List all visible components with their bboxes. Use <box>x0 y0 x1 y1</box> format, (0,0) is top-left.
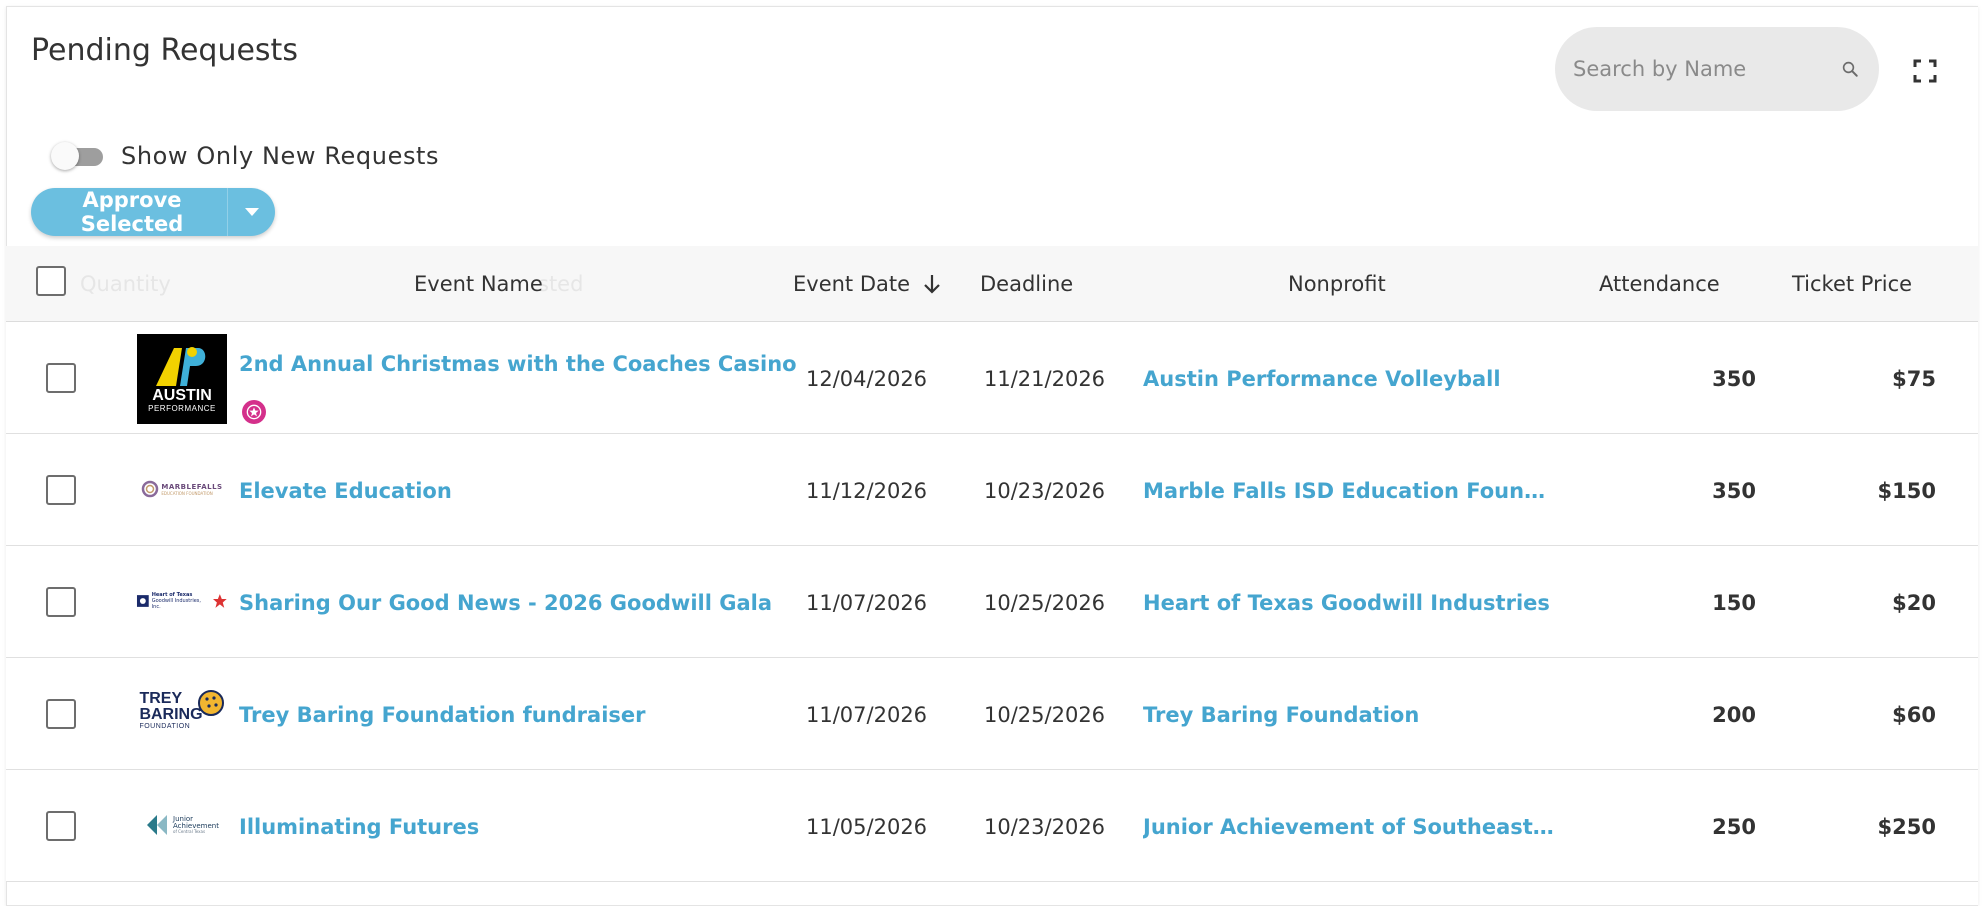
show-new-toggle[interactable] <box>51 141 105 171</box>
search-input[interactable] <box>1573 57 1841 81</box>
attendance-cell: 250 <box>1712 815 1756 839</box>
table-row[interactable]: AUSTIN PERFORMANCE 2nd Annual Christmas … <box>6 322 1978 434</box>
event-date-cell: 11/05/2026 <box>806 815 928 839</box>
ticket-price-cell: $75 <box>1892 367 1936 391</box>
approve-options-dropdown[interactable] <box>228 208 275 216</box>
logo-line: AUSTIN <box>152 387 212 404</box>
event-name-link[interactable]: 2nd Annual Christmas with the Coaches Ca… <box>239 352 797 376</box>
column-deadline[interactable]: Deadline <box>980 272 1073 296</box>
attendance-cell: 150 <box>1712 591 1756 615</box>
deadline-cell: 10/25/2026 <box>984 703 1106 727</box>
star-badge-icon <box>242 400 266 424</box>
attendance-cell: 200 <box>1712 703 1756 727</box>
event-date-cell: 11/07/2026 <box>806 703 928 727</box>
nonprofit-link[interactable]: Junior Achievement of Southeast Texa... <box>1143 815 1558 839</box>
nonprofit-link[interactable]: Heart of Texas Goodwill Industries <box>1143 591 1550 615</box>
logo-line: Goodwill Industries, Inc. <box>151 598 201 610</box>
texas-star-icon <box>213 594 228 608</box>
ghost-header-requested: sted <box>538 272 584 296</box>
ap-logo-mark-icon <box>156 347 206 386</box>
event-date-cell: 11/07/2026 <box>806 591 928 615</box>
logo-line: BARING <box>139 705 203 723</box>
table-row[interactable]: MARBLEFALLS EDUCATION FOUNDATION Elevate… <box>6 434 1978 546</box>
approve-selected-button-group: Approve Selected <box>31 188 275 236</box>
goodwill-mark-icon <box>136 595 149 607</box>
deadline-cell: 11/21/2026 <box>984 367 1106 391</box>
logo-line: FOUNDATION <box>139 722 191 730</box>
column-attendance[interactable]: Attendance <box>1599 272 1720 296</box>
select-all-checkbox[interactable] <box>36 266 66 296</box>
trey-baring-logo: TREY BARING FOUNDATION <box>136 686 228 734</box>
caret-down-icon <box>244 208 259 216</box>
row-checkbox[interactable] <box>46 475 76 505</box>
event-name-link[interactable]: Sharing Our Good News - 2026 Goodwill Ga… <box>239 591 772 615</box>
event-name-link[interactable]: Trey Baring Foundation fundraiser <box>239 703 646 727</box>
page-title: Pending Requests <box>31 33 298 68</box>
event-name-link[interactable]: Elevate Education <box>239 479 452 503</box>
table-row[interactable]: TREY BARING FOUNDATION Trey Baring Found… <box>6 658 1978 770</box>
nonprofit-link[interactable]: Trey Baring Foundation <box>1143 703 1419 727</box>
row-checkbox[interactable] <box>46 811 76 841</box>
column-ticket-price[interactable]: Ticket Price <box>1792 272 1912 296</box>
austin-performance-logo: AUSTIN PERFORMANCE <box>137 334 227 424</box>
deadline-cell: 10/23/2026 <box>984 479 1106 503</box>
junior-achievement-logo: Junior Achievement of Central Texas <box>136 810 228 840</box>
goodwill-logo: Heart of Texas Goodwill Industries, Inc. <box>136 590 228 612</box>
pickleball-icon <box>197 690 224 716</box>
search-box[interactable] <box>1555 27 1879 111</box>
column-event-date-label: Event Date <box>793 272 911 296</box>
event-date-cell: 12/04/2026 <box>806 367 928 391</box>
column-nonprofit[interactable]: Nonprofit <box>1288 272 1386 296</box>
approve-selected-button[interactable]: Approve Selected <box>31 188 227 236</box>
event-name-link[interactable]: Illuminating Futures <box>239 815 479 839</box>
event-date-cell: 11/12/2026 <box>806 479 928 503</box>
attendance-cell: 350 <box>1712 367 1756 391</box>
ticket-price-cell: $150 <box>1877 479 1936 503</box>
logo-line: PERFORMANCE <box>148 404 216 413</box>
search-icon[interactable] <box>1841 54 1859 84</box>
deadline-cell: 10/25/2026 <box>984 591 1106 615</box>
attendance-cell: 350 <box>1712 479 1756 503</box>
row-checkbox[interactable] <box>46 587 76 617</box>
table-row[interactable]: Junior Achievement of Central Texas Illu… <box>6 770 1978 882</box>
logo-line: MARBLEFALLS <box>161 482 223 491</box>
ticket-price-cell: $60 <box>1892 703 1936 727</box>
table-header: Quantity sted Event Name Event Date Dead… <box>6 246 1978 322</box>
logo-line: of Central Texas <box>173 829 206 835</box>
column-event-name[interactable]: Event Name <box>414 272 543 296</box>
show-new-toggle-row: Show Only New Requests <box>51 141 439 171</box>
show-new-label: Show Only New Requests <box>121 142 440 170</box>
table-row[interactable]: Heart of Texas Goodwill Industries, Inc.… <box>6 546 1978 658</box>
marble-falls-logo: MARBLEFALLS EDUCATION FOUNDATION <box>136 474 228 504</box>
ticket-price-cell: $250 <box>1877 815 1936 839</box>
row-checkbox[interactable] <box>46 699 76 729</box>
column-event-date[interactable]: Event Date <box>793 272 941 296</box>
row-checkbox[interactable] <box>46 363 76 393</box>
fullscreen-icon[interactable] <box>1913 59 1937 83</box>
ticket-price-cell: $20 <box>1892 591 1936 615</box>
deadline-cell: 10/23/2026 <box>984 815 1106 839</box>
nonprofit-link[interactable]: Austin Performance Volleyball <box>1143 367 1501 391</box>
ja-triangles-icon <box>147 815 168 835</box>
sort-arrow-down-icon <box>923 275 940 294</box>
swirl-logo-icon <box>142 480 159 498</box>
logo-line: EDUCATION FOUNDATION <box>161 490 213 496</box>
nonprofit-link[interactable]: Marble Falls ISD Education Foundation <box>1143 479 1558 503</box>
logo-line: TREY <box>139 689 183 707</box>
ghost-header-quantity: Quantity <box>80 272 171 296</box>
